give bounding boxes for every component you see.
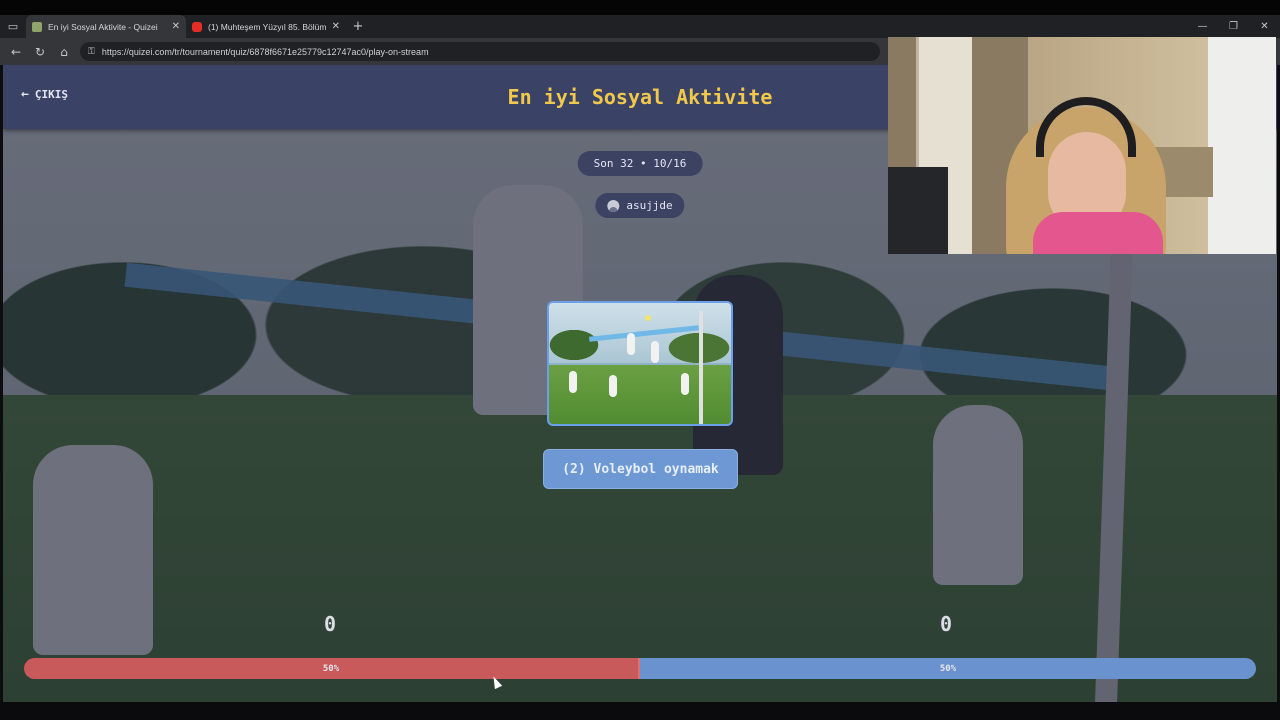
quizei-favicon-icon [32, 21, 42, 32]
minimize-icon[interactable]: — [1187, 21, 1218, 32]
new-tab-button[interactable]: + [346, 19, 370, 34]
browser-tab-youtube[interactable]: (1) Muhteşem Yüzyıl 85. Bölüm (4 ✕ [186, 15, 346, 38]
bottom-strip [0, 702, 1280, 720]
back-icon[interactable]: ← [4, 45, 28, 59]
exit-button[interactable]: ← ÇIKIŞ [21, 87, 68, 102]
right-score: 0 [940, 612, 953, 636]
home-icon[interactable]: ⌂ [52, 45, 76, 59]
exit-label: ÇIKIŞ [34, 88, 68, 101]
restore-icon[interactable]: ❐ [1218, 21, 1249, 32]
user-badge: asujjde [595, 193, 685, 218]
screen: ▭ En iyi Sosyal Aktivite - Quizei ✕ (1) … [0, 0, 1280, 720]
top-strip [0, 0, 1280, 15]
youtube-favicon-icon [192, 21, 202, 32]
close-window-icon[interactable]: ✕ [1249, 21, 1280, 32]
close-tab-icon[interactable]: ✕ [332, 21, 340, 32]
window-controls: — ❐ ✕ [1187, 21, 1280, 32]
webcam-overlay [888, 37, 1276, 254]
close-tab-icon[interactable]: ✕ [172, 21, 180, 32]
choice-button[interactable]: (2) Voleybol oynamak [543, 449, 738, 489]
reload-icon[interactable]: ↻ [28, 45, 52, 59]
quiz-title: En iyi Sosyal Aktivite [507, 85, 773, 109]
left-progress-segment: 50% [24, 658, 640, 679]
round-badge: Son 32 • 10/16 [577, 151, 703, 176]
choice-image[interactable] [547, 301, 733, 426]
browser-tab-quizei[interactable]: En iyi Sosyal Aktivite - Quizei ✕ [26, 15, 186, 38]
vote-progress-bar: 50% 50% [24, 658, 1256, 679]
url-field[interactable]: ⚿ https://quizei.com/tr/tournament/quiz/… [80, 42, 880, 61]
window-menu-icon[interactable]: ▭ [0, 15, 26, 38]
tab-title: En iyi Sosyal Aktivite - Quizei [48, 21, 158, 32]
tab-title: (1) Muhteşem Yüzyıl 85. Bölüm (4 [208, 21, 326, 32]
right-progress-segment: 50% [640, 658, 1256, 679]
username: asujjde [626, 199, 673, 212]
browser-tab-bar: ▭ En iyi Sosyal Aktivite - Quizei ✕ (1) … [0, 15, 1280, 38]
user-avatar-icon [607, 199, 620, 212]
url-text: https://quizei.com/tr/tournament/quiz/68… [101, 46, 429, 57]
left-score: 0 [324, 612, 337, 636]
lock-icon[interactable]: ⚿ [88, 47, 95, 57]
arrow-left-icon: ← [21, 87, 29, 102]
